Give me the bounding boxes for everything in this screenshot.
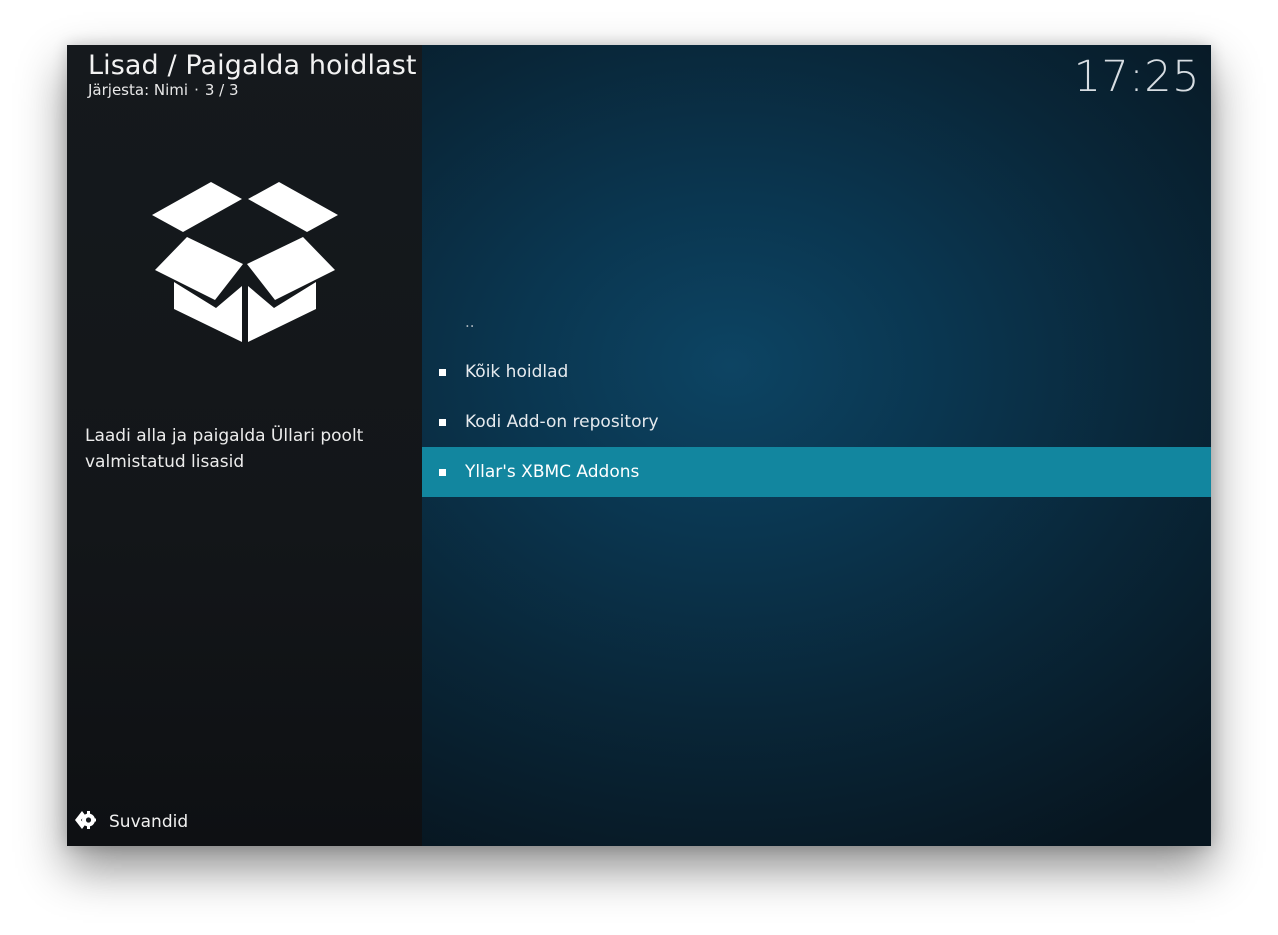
options-label: Suvandid bbox=[109, 812, 189, 832]
list-item-yllars-addons[interactable]: Yllar's XBMC Addons bbox=[422, 447, 1211, 497]
list-item-label: .. bbox=[465, 313, 475, 331]
kodi-window: Lisad / Paigalda hoidlast Järjesta: Nimi… bbox=[67, 45, 1211, 846]
addon-description: Laadi alla ja paigalda Üllari poolt valm… bbox=[85, 426, 364, 472]
sort-label: Järjesta: Nimi bbox=[88, 81, 189, 99]
list-bullet bbox=[439, 418, 446, 426]
list-item-label: Kodi Add-on repository bbox=[465, 412, 659, 432]
options-button[interactable]: Suvandid bbox=[74, 810, 188, 834]
item-position: 3 / 3 bbox=[204, 81, 239, 99]
repository-list: .. Kõik hoidlad Kodi Add-on repository Y… bbox=[422, 297, 1211, 497]
options-arrow-icon bbox=[74, 809, 96, 835]
sort-separator: · bbox=[194, 81, 199, 99]
clock: 17:25 bbox=[1073, 52, 1200, 102]
list-item-label: Yllar's XBMC Addons bbox=[465, 462, 640, 482]
list-item-parent-folder[interactable]: .. bbox=[422, 297, 1211, 347]
info-sidebar: Lisad / Paigalda hoidlast Järjesta: Nimi… bbox=[67, 45, 422, 846]
page-title: Lisad / Paigalda hoidlast bbox=[88, 50, 417, 81]
sort-info: Järjesta: Nimi · 3 / 3 bbox=[88, 80, 239, 100]
list-item-kodi-repository[interactable]: Kodi Add-on repository bbox=[422, 397, 1211, 447]
list-item-label: Kõik hoidlad bbox=[465, 362, 569, 382]
open-box-icon bbox=[150, 178, 340, 344]
list-bullet bbox=[439, 468, 446, 476]
list-bullet bbox=[439, 368, 446, 376]
list-item-all-repositories[interactable]: Kõik hoidlad bbox=[422, 347, 1211, 397]
